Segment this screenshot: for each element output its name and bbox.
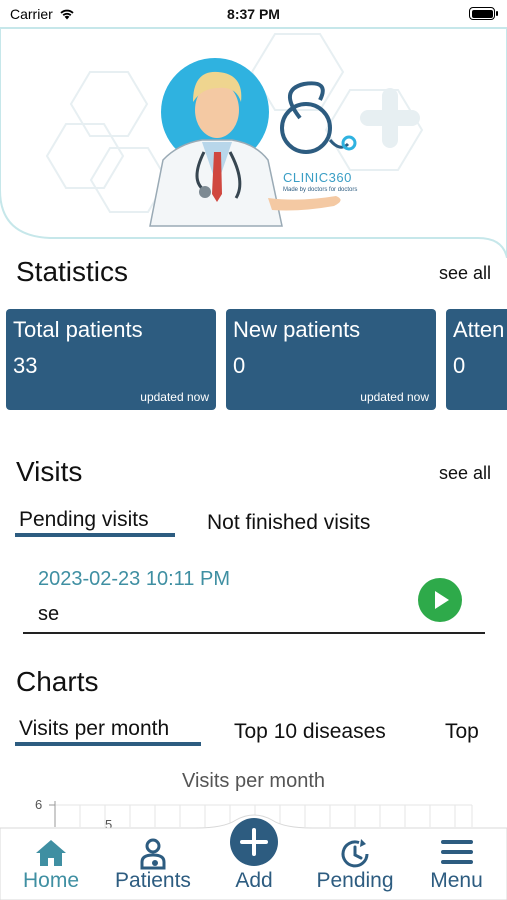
tab-top[interactable]: Top bbox=[445, 720, 479, 744]
logo-text: CLINIC360 bbox=[283, 170, 352, 185]
nav-label: Pending bbox=[316, 869, 394, 892]
nav-label: Menu bbox=[430, 869, 483, 892]
divider bbox=[23, 632, 485, 634]
visit-date: 2023-02-23 10:11 PM bbox=[38, 568, 230, 590]
statistics-title: Statistics bbox=[16, 256, 129, 287]
charts-title: Charts bbox=[16, 666, 99, 697]
menu-icon bbox=[440, 840, 473, 864]
start-visit-button[interactable] bbox=[418, 578, 462, 622]
play-icon bbox=[435, 591, 449, 609]
header-banner: CLINIC360 Made by doctors for doctors bbox=[0, 0, 507, 258]
stat-card-value: 33 bbox=[13, 353, 38, 378]
stat-card-value: 0 bbox=[453, 353, 466, 378]
tab-pending-visits[interactable]: Pending visits bbox=[19, 508, 149, 532]
tab-active-indicator bbox=[15, 533, 175, 537]
nav-item-patients[interactable]: Patients bbox=[102, 826, 204, 900]
banner-graphic bbox=[0, 27, 507, 258]
nav-item-add[interactable]: Add bbox=[204, 818, 304, 900]
statistics-see-all-link[interactable]: see all bbox=[439, 263, 491, 284]
stat-card-total-patients[interactable]: Total patients 33 updated now bbox=[6, 309, 216, 410]
nav-label: Add bbox=[235, 869, 273, 892]
visits-see-all-link[interactable]: see all bbox=[439, 463, 491, 484]
visits-title: Visits bbox=[16, 456, 83, 487]
visit-patient-name: se bbox=[38, 603, 60, 625]
patient-icon bbox=[140, 838, 166, 870]
chart-title: Visits per month bbox=[181, 770, 326, 792]
tab-active-indicator bbox=[15, 742, 201, 746]
plus-icon bbox=[230, 818, 278, 866]
tab-not-finished-visits[interactable]: Not finished visits bbox=[207, 511, 370, 535]
tab-top-10-diseases[interactable]: Top 10 diseases bbox=[234, 720, 386, 744]
stat-card-updated: updated now bbox=[360, 390, 429, 404]
bottom-nav: Home Patients Add Pending Menu bbox=[0, 814, 507, 900]
nav-label: Patients bbox=[115, 869, 191, 892]
stat-cards: Total patients 33 updated now New patien… bbox=[6, 309, 507, 410]
tab-visits-per-month[interactable]: Visits per month bbox=[19, 717, 169, 741]
stat-card-new-patients[interactable]: New patients 0 updated now bbox=[226, 309, 436, 410]
stat-card-title: Total patients bbox=[13, 317, 143, 342]
stat-card-title: Atten bbox=[453, 317, 505, 342]
clock-icon bbox=[341, 839, 369, 868]
nav-item-menu[interactable]: Menu bbox=[406, 826, 507, 900]
nav-item-pending[interactable]: Pending bbox=[304, 826, 406, 900]
nav-item-home[interactable]: Home bbox=[0, 826, 102, 900]
logo-tagline: Made by doctors for doctors bbox=[283, 187, 358, 193]
stat-card-title: New patients bbox=[233, 317, 361, 342]
stat-card-third[interactable]: Atten 0 bbox=[446, 309, 507, 410]
stat-card-value: 0 bbox=[233, 353, 246, 378]
stat-card-updated: updated now bbox=[140, 390, 209, 404]
nav-label: Home bbox=[22, 869, 80, 892]
home-icon bbox=[36, 840, 66, 866]
y-axis-tick-label: 6 bbox=[35, 797, 43, 812]
